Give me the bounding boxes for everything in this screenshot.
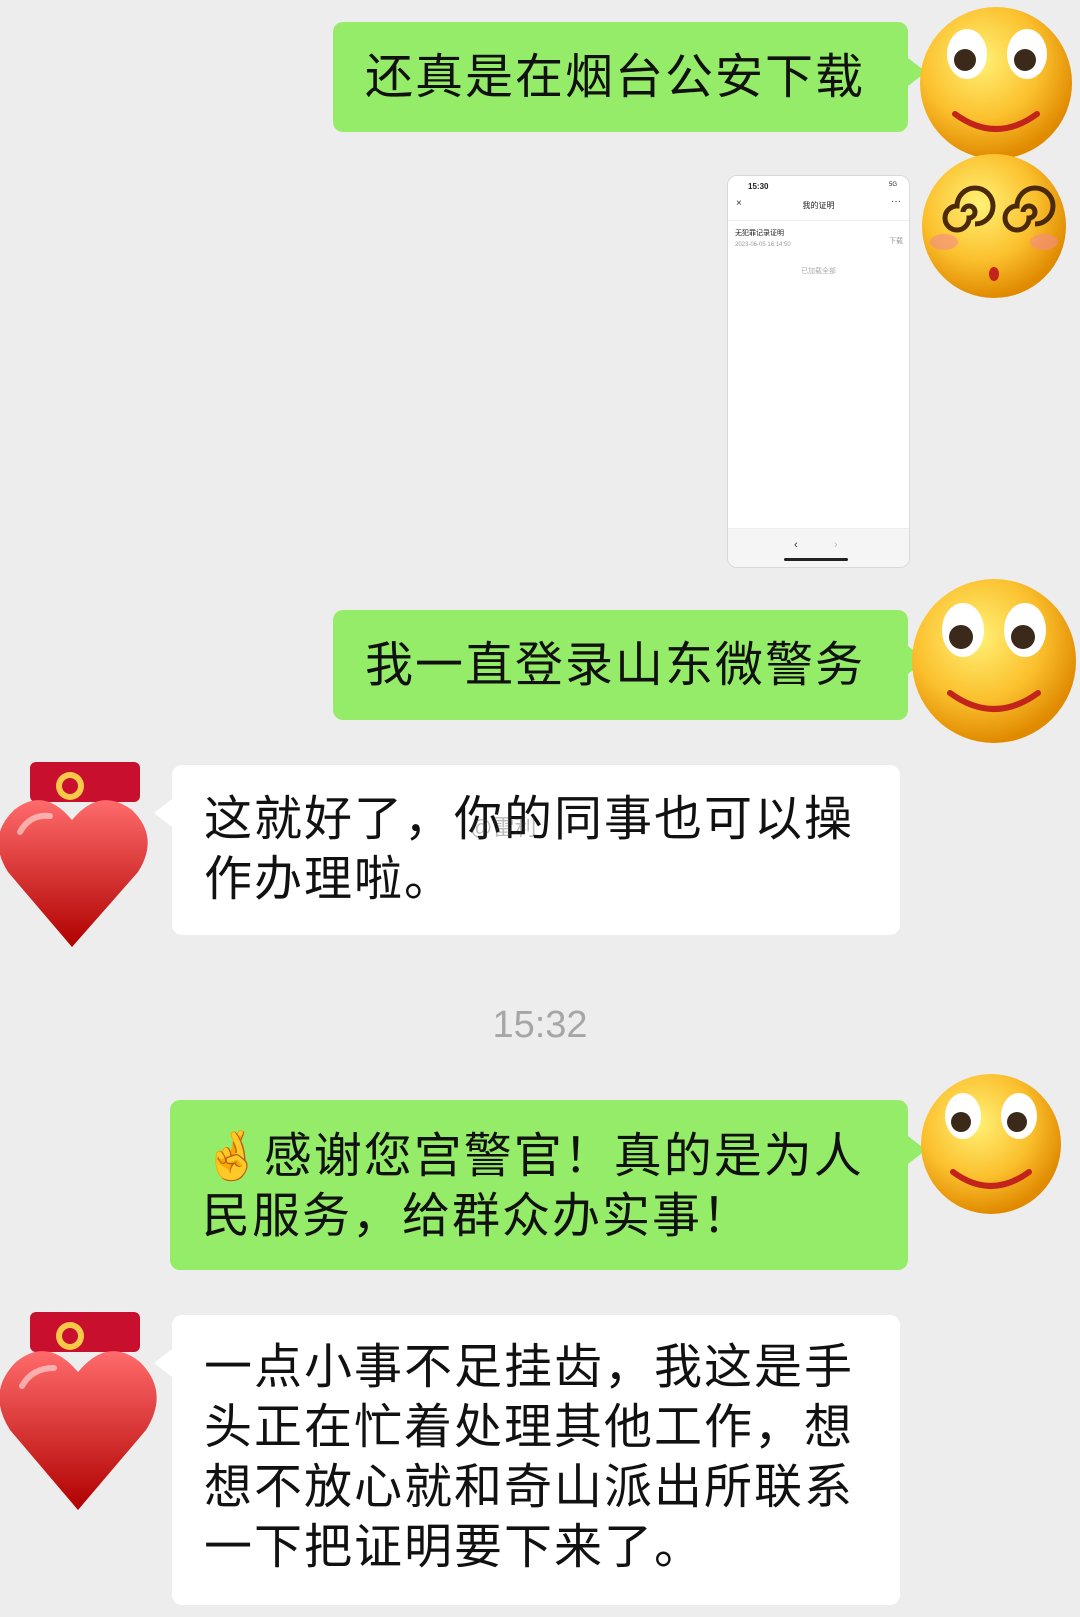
smiley-avatar[interactable] [908, 575, 1080, 751]
certificate-date: 2023-06-05 16:14:50 [735, 242, 791, 248]
smiley-avatar[interactable] [917, 1070, 1065, 1222]
smiley-avatar[interactable] [915, 4, 1077, 166]
message-text: 这就好了，你的同事也可以操作办理啦。 [204, 791, 855, 907]
message-text: 🤞感谢您宫警官！真的是为人民服务，给群众办实事！ [202, 1128, 864, 1244]
dizzy-face-avatar[interactable] [918, 150, 1070, 306]
screenshot-image[interactable]: 15:30 5G × 我的证明 ··· 无犯罪记录证明 2023-06-05 1… [727, 175, 910, 568]
message-bubble-sent[interactable]: 我一直登录山东微警务 [333, 610, 926, 720]
message-text: 我一直登录山东微警务 [365, 637, 866, 693]
message-bubble-sent[interactable]: 还真是在烟台公安下载 [333, 22, 926, 132]
watermark: @雷利 [470, 815, 537, 840]
message-bubble-received[interactable]: 这就好了，你的同事也可以操作办理啦。 [154, 765, 900, 935]
timestamp: 15:32 [492, 1004, 588, 1046]
back-arrow-icon: ‹ [794, 539, 798, 551]
download-link: 下载 [889, 238, 903, 245]
certificate-title: 无犯罪记录证明 [735, 230, 784, 237]
message-text: 还真是在烟台公安下载 [365, 49, 866, 105]
heart-police-emblem-avatar[interactable] [0, 762, 160, 951]
forward-arrow-icon: › [834, 539, 838, 551]
divider [728, 220, 909, 221]
message-text: 一点小事不足挂齿，我这是手头正在忙着处理其他工作，想想不放心就和奇山派出所联系一… [204, 1339, 855, 1575]
screenshot-title: 我的证明 [802, 201, 835, 210]
message-bubble-received[interactable]: 一点小事不足挂齿，我这是手头正在忙着处理其他工作，想想不放心就和奇山派出所联系一… [154, 1315, 900, 1605]
more-icon: ··· [891, 196, 901, 207]
home-indicator [784, 558, 848, 561]
browser-nav-bar [728, 528, 909, 567]
signal-indicator: 5G [888, 182, 897, 188]
loaded-all-text: 已加载全部 [801, 268, 836, 275]
status-time: 15:30 [748, 182, 769, 191]
heart-police-emblem-avatar[interactable] [0, 1312, 170, 1516]
message-bubble-sent[interactable]: 🤞感谢您宫警官！真的是为人民服务，给群众办实事！ [170, 1100, 926, 1270]
